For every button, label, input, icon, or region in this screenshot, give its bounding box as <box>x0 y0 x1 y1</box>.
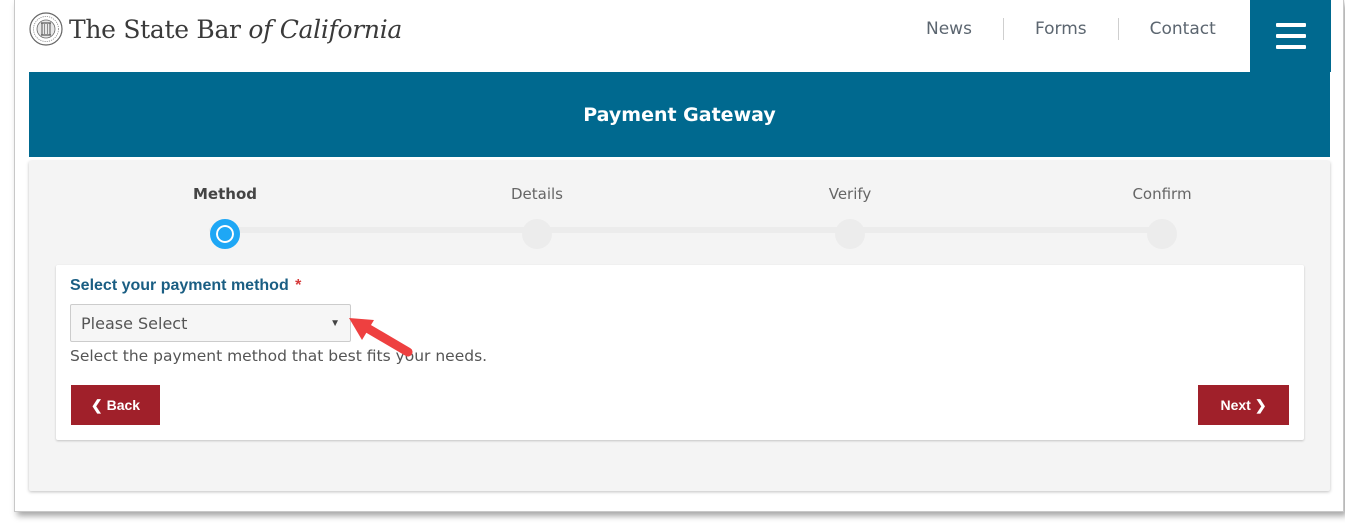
caret-down-icon: ▼ <box>330 317 340 329</box>
logo-text-italic: of California <box>248 14 402 44</box>
hamburger-icon-bar <box>1275 34 1306 38</box>
logo-text-main: The State Bar <box>69 14 249 44</box>
step-label-confirm: Confirm <box>1132 185 1192 203</box>
site-header: The State Bar of California News Forms C… <box>15 0 1343 72</box>
chevron-right-icon: ❯ <box>1254 396 1267 413</box>
required-marker: * <box>295 277 302 294</box>
payment-panel: Method Details Verify Confirm Select you… <box>29 161 1330 491</box>
step-confirm: Confirm <box>1082 185 1242 249</box>
payment-method-select[interactable]: Please Select ▼ <box>70 304 351 342</box>
next-button-label: Next <box>1220 397 1251 413</box>
top-nav: News Forms Contact <box>895 0 1247 58</box>
hamburger-icon <box>1275 23 1306 27</box>
step-label-method: Method <box>193 185 257 203</box>
progress-stepper: Method Details Verify Confirm <box>29 161 1330 261</box>
back-button-label: Back <box>106 397 141 413</box>
payment-method-label-text: Select your payment method <box>70 277 289 294</box>
nav-link-forms[interactable]: Forms <box>1004 18 1118 40</box>
step-indicator <box>1147 219 1177 249</box>
step-indicator <box>522 219 552 249</box>
payment-method-select-value: Please Select <box>81 313 188 333</box>
chevron-left-icon: ❮ <box>90 396 103 413</box>
state-bar-seal-icon <box>29 12 63 46</box>
page-banner: Payment Gateway <box>29 72 1330 157</box>
back-button[interactable]: ❮ Back <box>71 385 160 425</box>
hamburger-icon-bar <box>1275 45 1306 49</box>
step-verify: Verify <box>770 185 930 249</box>
step-indicator <box>835 219 865 249</box>
site-logo-text: The State Bar of California <box>69 15 402 44</box>
step-label-details: Details <box>510 185 563 203</box>
nav-link-contact[interactable]: Contact <box>1119 18 1247 40</box>
step-indicator-active <box>210 219 240 249</box>
page-title: Payment Gateway <box>583 103 776 126</box>
step-details: Details <box>457 185 617 249</box>
nav-link-news[interactable]: News <box>895 18 1003 40</box>
step-method: Method <box>145 185 305 249</box>
payment-method-label: Select your payment method * <box>70 277 301 295</box>
stepper-track <box>209 227 1161 233</box>
hamburger-menu-button[interactable] <box>1250 0 1331 72</box>
next-button[interactable]: Next ❯ <box>1198 385 1289 425</box>
payment-method-form: Select your payment method * Please Sele… <box>56 265 1304 440</box>
payment-method-help-text: Select the payment method that best fits… <box>70 347 488 365</box>
browser-window: The State Bar of California News Forms C… <box>14 0 1344 512</box>
annotation-arrow-icon <box>349 318 413 357</box>
step-label-verify: Verify <box>828 185 872 203</box>
site-logo[interactable]: The State Bar of California <box>29 12 402 46</box>
